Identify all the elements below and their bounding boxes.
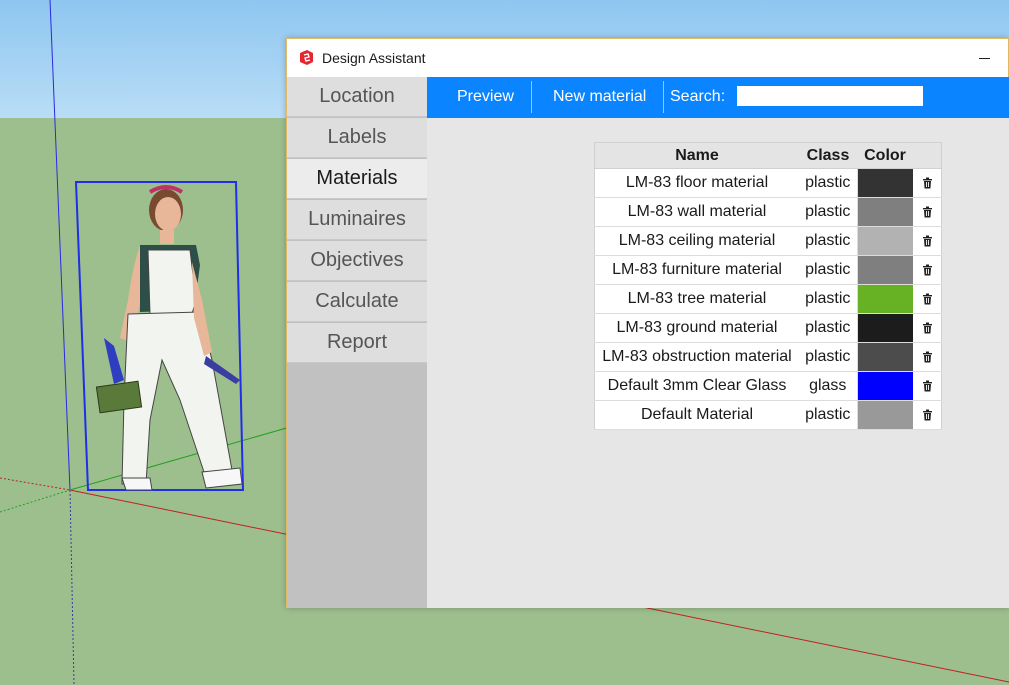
color-swatch[interactable] xyxy=(856,255,913,285)
material-name[interactable]: Default 3mm Clear Glass xyxy=(594,371,799,401)
material-class[interactable]: glass xyxy=(799,371,857,401)
tab-report[interactable]: Report xyxy=(287,323,427,363)
delete-column-header xyxy=(913,142,942,169)
delete-cell xyxy=(913,168,942,198)
preview-button[interactable]: Preview xyxy=(457,77,514,118)
material-name[interactable]: LM-83 wall material xyxy=(594,197,799,227)
trash-icon[interactable] xyxy=(922,351,933,363)
materials-table: Name Class Color LM-83 floor material pla… xyxy=(594,142,942,430)
person-figure[interactable] xyxy=(95,185,243,491)
trash-icon[interactable] xyxy=(922,177,933,189)
material-class[interactable]: plastic xyxy=(799,255,857,285)
trash-icon[interactable] xyxy=(922,380,933,392)
materials-panel: Name Class Color LM-83 floor material pla… xyxy=(427,118,1009,608)
toolbar-divider xyxy=(663,81,664,113)
delete-cell xyxy=(913,255,942,285)
table-row[interactable]: Default Material plastic xyxy=(594,400,942,430)
trash-icon[interactable] xyxy=(922,235,933,247)
trash-icon[interactable] xyxy=(922,322,933,334)
material-name[interactable]: Default Material xyxy=(594,400,799,430)
color-swatch[interactable] xyxy=(856,197,913,227)
trash-icon[interactable] xyxy=(922,264,933,276)
title-bar[interactable]: Design Assistant xyxy=(287,39,1008,77)
blue-axis xyxy=(49,0,71,491)
material-class[interactable]: plastic xyxy=(799,168,857,198)
sketchup-icon xyxy=(300,50,313,65)
name-column-header[interactable]: Name xyxy=(594,142,799,169)
trash-icon[interactable] xyxy=(922,409,933,421)
window-title: Design Assistant xyxy=(322,50,426,66)
table-row[interactable]: LM-83 floor material plastic xyxy=(594,168,942,198)
minimize-icon xyxy=(979,58,990,59)
material-name[interactable]: LM-83 floor material xyxy=(594,168,799,198)
trash-icon[interactable] xyxy=(922,293,933,305)
green-axis xyxy=(69,426,291,491)
material-name[interactable]: LM-83 ground material xyxy=(594,313,799,343)
tab-labels[interactable]: Labels xyxy=(287,118,427,158)
material-class[interactable]: plastic xyxy=(799,197,857,227)
design-assistant-window: Design Assistant Location Labels Materia… xyxy=(286,38,1009,608)
blue-axis-hidden xyxy=(69,489,75,685)
material-class[interactable]: plastic xyxy=(799,313,857,343)
new-material-button[interactable]: New material xyxy=(553,77,646,118)
delete-cell xyxy=(913,284,942,314)
toolbar-divider xyxy=(531,81,532,113)
color-swatch[interactable] xyxy=(856,284,913,314)
search-input[interactable] xyxy=(737,86,923,106)
table-row[interactable]: Default 3mm Clear Glass glass xyxy=(594,371,942,401)
material-class[interactable]: plastic xyxy=(799,284,857,314)
material-name[interactable]: LM-83 ceiling material xyxy=(594,226,799,256)
material-class[interactable]: plastic xyxy=(799,226,857,256)
trash-icon[interactable] xyxy=(922,206,933,218)
delete-cell xyxy=(913,313,942,343)
material-name[interactable]: LM-83 tree material xyxy=(594,284,799,314)
table-row[interactable]: LM-83 ceiling material plastic xyxy=(594,226,942,256)
color-swatch[interactable] xyxy=(856,342,913,372)
minimize-button[interactable] xyxy=(962,39,1008,77)
table-row[interactable]: LM-83 ground material plastic xyxy=(594,313,942,343)
search-label: Search: xyxy=(670,88,726,105)
table-row[interactable]: LM-83 furniture material plastic xyxy=(594,255,942,285)
tab-location[interactable]: Location xyxy=(287,77,427,117)
material-name[interactable]: LM-83 obstruction material xyxy=(594,342,799,372)
toolbar: Preview New material Search: xyxy=(427,77,1009,118)
color-swatch[interactable] xyxy=(856,226,913,256)
color-swatch[interactable] xyxy=(856,313,913,343)
green-axis-hidden xyxy=(0,489,71,513)
delete-cell xyxy=(913,197,942,227)
table-row[interactable]: LM-83 wall material plastic xyxy=(594,197,942,227)
color-swatch[interactable] xyxy=(856,371,913,401)
material-class[interactable]: plastic xyxy=(799,400,857,430)
red-axis-hidden xyxy=(0,477,71,491)
delete-cell xyxy=(913,342,942,372)
material-name[interactable]: LM-83 furniture material xyxy=(594,255,799,285)
class-column-header[interactable]: Class xyxy=(799,142,857,169)
tab-objectives[interactable]: Objectives xyxy=(287,241,427,281)
delete-cell xyxy=(913,226,942,256)
materials-table-body: LM-83 floor material plastic LM-83 wall ma… xyxy=(594,168,942,430)
table-row[interactable]: LM-83 tree material plastic xyxy=(594,284,942,314)
tab-luminaires[interactable]: Luminaires xyxy=(287,200,427,240)
color-swatch[interactable] xyxy=(856,400,913,430)
delete-cell xyxy=(913,400,942,430)
tab-calculate[interactable]: Calculate xyxy=(287,282,427,322)
sidebar: Location Labels Materials Luminaires Obj… xyxy=(287,77,427,608)
color-column-header[interactable]: Color xyxy=(857,142,913,169)
color-swatch[interactable] xyxy=(856,168,913,198)
table-header-row: Name Class Color xyxy=(594,142,942,169)
tab-materials[interactable]: Materials xyxy=(287,159,427,199)
table-row[interactable]: LM-83 obstruction material plastic xyxy=(594,342,942,372)
delete-cell xyxy=(913,371,942,401)
material-class[interactable]: plastic xyxy=(799,342,857,372)
